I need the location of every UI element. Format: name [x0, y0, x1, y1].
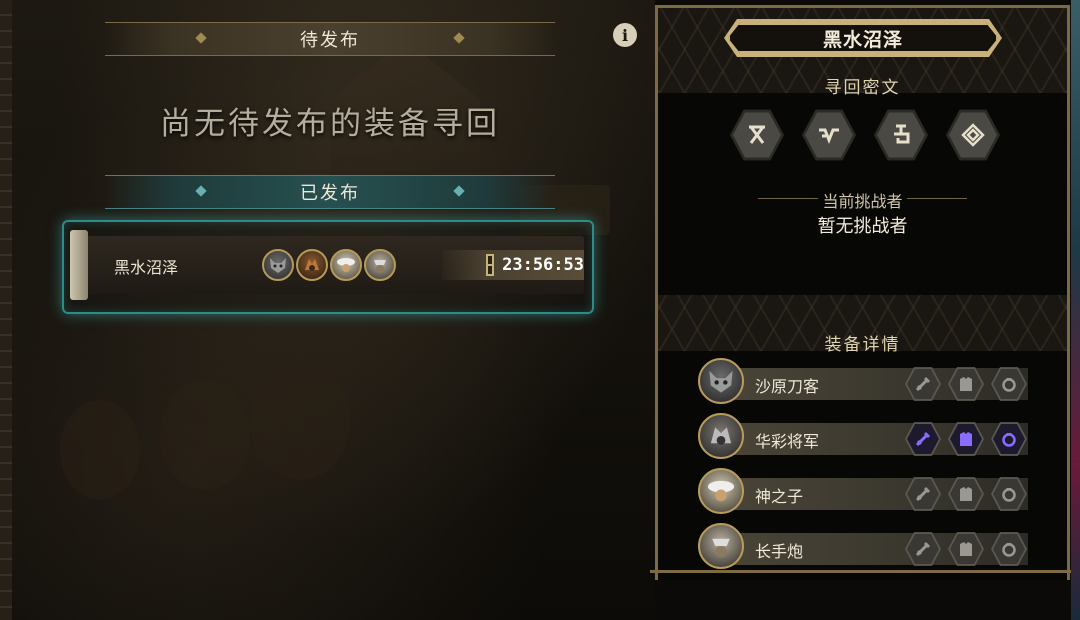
- left-ornament-border: [0, 0, 12, 620]
- pending-title: 待发布: [300, 30, 360, 51]
- pending-empty-message: 尚无待发布的装备寻回: [160, 106, 500, 142]
- equipment-row[interactable]: 长手炮: [698, 523, 1033, 569]
- diamond-ornament-icon: [195, 185, 207, 197]
- runes-label: 寻回密文: [824, 78, 901, 98]
- equipment-owner-name: 神之子: [755, 487, 804, 506]
- scene-creature: [250, 360, 350, 480]
- diamond-ornament-icon: [453, 185, 465, 197]
- published-quest-card[interactable]: 黑水沼泽 23:56:53: [62, 220, 594, 314]
- equipment-row[interactable]: 沙原刀客: [698, 358, 1033, 404]
- diamond-ornament-icon: [195, 32, 207, 44]
- equipment-row[interactable]: 华彩将军: [698, 413, 1033, 459]
- scene-creature: [60, 400, 140, 500]
- scene-creature: [160, 380, 250, 490]
- rune-zigzag-icon[interactable]: [802, 109, 856, 161]
- pending-section-header: 待发布: [105, 22, 555, 56]
- wolf-avatar-icon: [262, 249, 294, 281]
- long-arm-cannon-avatar-icon: [364, 249, 396, 281]
- god-child-avatar-icon: [330, 249, 362, 281]
- panel-bottom-frame: [650, 570, 1075, 585]
- god-child-avatar-icon: [698, 468, 744, 514]
- quest-region-name: 黑水沼泽: [114, 258, 179, 277]
- timer-text: 23:56:53: [502, 255, 584, 275]
- challenger-label: 当前挑战者: [658, 188, 1067, 212]
- region-title: 黑水沼泽: [728, 23, 998, 53]
- rune-hook-icon[interactable]: [874, 109, 928, 161]
- diamond-ornament-icon: [453, 32, 465, 44]
- long-arm-cannon-avatar-icon: [698, 523, 744, 569]
- challenger-value: 暂无挑战者: [817, 216, 908, 237]
- equipment-owner-name: 沙原刀客: [755, 377, 820, 396]
- equipment-owner-name: 华彩将军: [755, 432, 820, 451]
- rune-spiral-icon[interactable]: [946, 109, 1000, 161]
- info-glyph: i: [621, 25, 629, 45]
- rune-x-icon[interactable]: [730, 109, 784, 161]
- quest-timer: 23:56:53: [442, 250, 584, 280]
- general-avatar-icon: [296, 249, 328, 281]
- region-detail-panel: 黑水沼泽 寻回密文 当前挑战者 暂无挑战者 装备详情 沙原刀客 华彩将军 神之子…: [655, 5, 1070, 580]
- equipment-owner-name: 长手炮: [755, 542, 804, 561]
- info-icon[interactable]: i: [613, 23, 637, 47]
- hourglass-icon: [486, 254, 495, 276]
- right-edge-strip: [1071, 0, 1080, 620]
- published-title: 已发布: [300, 183, 360, 204]
- equipment-label: 装备详情: [824, 335, 901, 355]
- published-section-header: 已发布: [105, 175, 555, 209]
- quest-scroll: 黑水沼泽 23:56:53: [70, 230, 584, 300]
- general-avatar-icon: [698, 413, 744, 459]
- equipment-row[interactable]: 神之子: [698, 468, 1033, 514]
- wolf-avatar-icon: [698, 358, 744, 404]
